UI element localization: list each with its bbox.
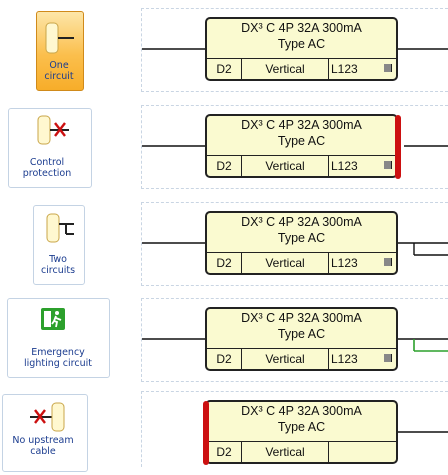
diagram-panel-control-protection: DX³ C 4P 32A 300mA Type AC D2 Vertical L…	[141, 105, 448, 189]
two-circuits-button[interactable]: Two circuits	[0, 202, 86, 286]
cell-d: D2	[207, 156, 242, 176]
phase-square-icon	[384, 161, 392, 169]
cell-phase: L123	[329, 59, 396, 79]
device-model: DX³ C 4P 32A 300mA	[241, 404, 362, 418]
emergency-lighting-label: Emergency lighting circuit	[24, 347, 92, 369]
cell-d: D2	[207, 442, 242, 462]
cell-d: D2	[207, 253, 242, 273]
diagram-panel-no-upstream-cable: DX³ C 4P 32A 300mA Type AC D2 Vertical	[141, 391, 448, 467]
cell-orientation: Vertical	[242, 349, 329, 369]
diagram-panel-emergency-lighting: DX³ C 4P 32A 300mA Type AC D2 Vertical L…	[141, 298, 448, 382]
circuit-breaker-block[interactable]: DX³ C 4P 32A 300mA Type AC D2 Vertical L…	[205, 307, 398, 371]
one-circuit-button[interactable]: One circuit	[0, 8, 86, 92]
circuit-breaker-block[interactable]: DX³ C 4P 32A 300mA Type AC D2 Vertical L…	[205, 17, 398, 81]
option-row-two-circuits: Two circuits DX³ C 4P 32A 300mA Type AC D…	[0, 202, 448, 286]
device-model: DX³ C 4P 32A 300mA	[241, 215, 362, 229]
option-row-no-upstream-cable: No upstream cable DX³ C 4P 32A 300mA Type…	[0, 391, 448, 475]
diagram-panel-two-circuits: DX³ C 4P 32A 300mA Type AC D2 Vertical L…	[141, 202, 448, 286]
cell-orientation: Vertical	[242, 442, 329, 462]
phase-square-icon	[384, 64, 392, 72]
control-protection-label: Control protection	[22, 157, 72, 179]
cell-phase: L123	[329, 253, 396, 273]
no-upstream-cable-label: No upstream cable	[12, 435, 74, 457]
control-protection-icon	[37, 115, 69, 145]
option-row-one-circuit: One circuit DX³ C 4P 32A 300mA Type AC D2…	[0, 8, 448, 92]
phase-square-icon	[384, 258, 392, 266]
cell-d: D2	[207, 349, 242, 369]
diagram-panel-one-circuit: DX³ C 4P 32A 300mA Type AC D2 Vertical L…	[141, 8, 448, 92]
device-type: Type AC	[277, 231, 326, 245]
emergency-lighting-icon	[41, 308, 65, 330]
device-model: DX³ C 4P 32A 300mA	[241, 311, 362, 325]
device-model: DX³ C 4P 32A 300mA	[241, 118, 362, 132]
one-circuit-icon	[45, 22, 74, 54]
device-type: Type AC	[277, 37, 326, 51]
two-circuits-icon	[46, 213, 74, 243]
cell-orientation: Vertical	[242, 156, 329, 176]
no-upstream-cable-button[interactable]: No upstream cable	[0, 391, 88, 475]
cell-phase: L123	[329, 156, 396, 176]
phase-square-icon	[384, 354, 392, 362]
control-protection-button[interactable]: Control protection	[0, 105, 92, 189]
two-circuits-label: Two circuits	[40, 254, 76, 276]
one-circuit-label: One circuit	[44, 60, 74, 82]
no-upstream-cable-icon	[30, 402, 65, 432]
option-row-control-protection: Control protection DX³ C 4P 32A 300mA Typ…	[0, 105, 448, 189]
device-type: Type AC	[277, 420, 326, 434]
cell-orientation: Vertical	[242, 59, 329, 79]
circuit-breaker-block[interactable]: DX³ C 4P 32A 300mA Type AC D2 Vertical	[203, 400, 398, 465]
device-type: Type AC	[277, 327, 326, 341]
upstream-protection-bar	[203, 401, 209, 465]
emergency-lighting-button[interactable]: Emergency lighting circuit	[0, 298, 110, 382]
device-type: Type AC	[277, 134, 326, 148]
device-model: DX³ C 4P 32A 300mA	[241, 21, 362, 35]
cell-phase: L123	[329, 349, 396, 369]
circuit-breaker-block[interactable]: DX³ C 4P 32A 300mA Type AC D2 Vertical L…	[205, 114, 401, 179]
option-row-emergency-lighting: Emergency lighting circuit DX³ C 4P 32A 3…	[0, 298, 448, 382]
cell-phase-empty	[329, 442, 396, 462]
downstream-protection-bar	[395, 115, 401, 179]
cell-d: D2	[207, 59, 242, 79]
cell-orientation: Vertical	[242, 253, 329, 273]
circuit-breaker-block[interactable]: DX³ C 4P 32A 300mA Type AC D2 Vertical L…	[205, 211, 398, 275]
